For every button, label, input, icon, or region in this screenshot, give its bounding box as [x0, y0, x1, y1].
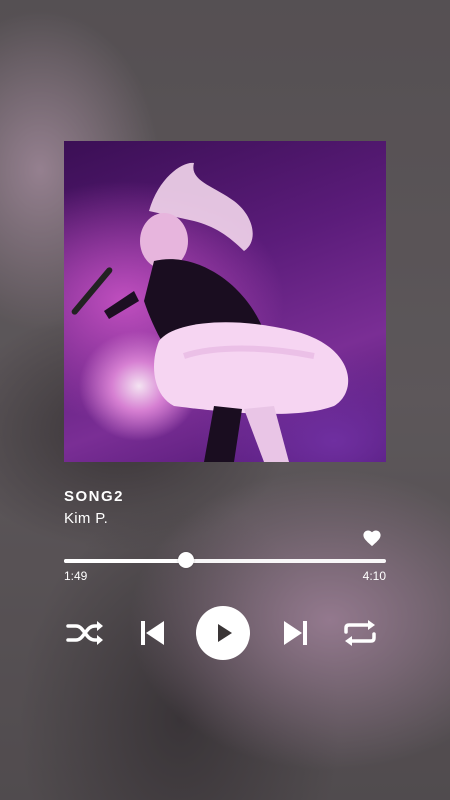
- next-button[interactable]: [282, 618, 310, 648]
- total-time: 4:10: [362, 569, 386, 583]
- album-cover: [64, 141, 386, 462]
- play-icon: [218, 624, 232, 642]
- skip-next-icon: [284, 621, 307, 645]
- album-cover-art: [71, 162, 349, 462]
- favorite-button[interactable]: [362, 529, 382, 547]
- repeat-icon: [344, 620, 376, 646]
- progress-track[interactable]: [64, 559, 386, 563]
- song-artist: Kim P.: [64, 510, 109, 527]
- play-button[interactable]: [196, 606, 250, 660]
- current-time: 1:49: [64, 569, 88, 583]
- repeat-button[interactable]: [340, 618, 380, 648]
- progress-fill: [64, 559, 187, 563]
- previous-button[interactable]: [138, 618, 166, 648]
- shuffle-icon: [66, 621, 103, 645]
- skip-previous-icon: [141, 621, 164, 645]
- shuffle-button[interactable]: [66, 618, 106, 648]
- heart-icon: [363, 530, 381, 547]
- song-title: SONG2: [64, 488, 125, 505]
